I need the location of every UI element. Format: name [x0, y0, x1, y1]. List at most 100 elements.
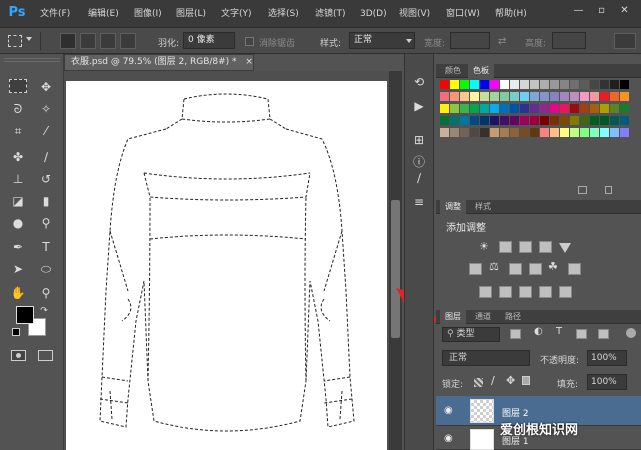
gradient-map-icon[interactable]: [559, 286, 572, 298]
path-select-tool-icon[interactable]: ➤: [8, 260, 28, 278]
swatch[interactable]: [540, 92, 549, 101]
swatch[interactable]: [540, 80, 549, 89]
antialias-checkbox[interactable]: [245, 37, 254, 46]
tab-paths[interactable]: 路径: [500, 310, 526, 324]
blend-mode-select[interactable]: 正常: [442, 350, 530, 366]
swatch[interactable]: [500, 128, 509, 137]
color-balance-icon[interactable]: ⚖: [489, 260, 499, 273]
color-lookup-icon[interactable]: [568, 263, 581, 275]
swatch[interactable]: [480, 92, 489, 101]
rect-marquee-tool-icon[interactable]: [9, 79, 27, 93]
photo-filter-icon[interactable]: [529, 263, 542, 275]
menu-view[interactable]: 视图(V): [399, 6, 430, 22]
swatch[interactable]: [530, 92, 539, 101]
swatch[interactable]: [540, 104, 549, 113]
swatch[interactable]: [440, 92, 449, 101]
quick-mask-icon[interactable]: [11, 350, 26, 361]
workspace-icon[interactable]: [614, 33, 636, 49]
curves-icon[interactable]: [519, 241, 532, 253]
swatches-grid[interactable]: [440, 80, 629, 152]
swatch[interactable]: [580, 80, 589, 89]
eyedropper-tool-icon[interactable]: ⁄: [36, 122, 56, 140]
swatch[interactable]: [470, 116, 479, 125]
new-selection-icon[interactable]: [60, 33, 76, 49]
swatch[interactable]: [450, 116, 459, 125]
channel-mixer-icon[interactable]: ☘: [548, 260, 558, 273]
document-tab[interactable]: 衣服.psd @ 79.5% (图层 2, RGB/8#) * ×: [64, 54, 254, 71]
delete-swatch-icon[interactable]: [605, 186, 612, 194]
swatch[interactable]: [610, 80, 619, 89]
document-tab-close-icon[interactable]: ×: [245, 57, 253, 67]
swatch[interactable]: [450, 92, 459, 101]
swatch[interactable]: [520, 80, 529, 89]
properties-icon[interactable]: ⊞: [409, 130, 429, 150]
zoom-tool-icon[interactable]: ⚲: [36, 284, 56, 302]
close-icon[interactable]: ✕: [617, 3, 632, 18]
magic-wand-tool-icon[interactable]: ✧: [36, 100, 56, 118]
brush-presets-icon[interactable]: ≡: [409, 192, 429, 212]
black-white-icon[interactable]: [509, 263, 522, 275]
menu-edit[interactable]: 编辑(E): [88, 6, 119, 22]
swatch[interactable]: [490, 92, 499, 101]
swatch[interactable]: [500, 92, 509, 101]
swatch[interactable]: [560, 116, 569, 125]
hand-tool-icon[interactable]: ✋: [8, 284, 28, 302]
swatch[interactable]: [490, 104, 499, 113]
invert-icon[interactable]: [479, 286, 492, 298]
filter-smart-icon[interactable]: [598, 329, 609, 339]
feather-input[interactable]: 0 像素: [183, 32, 235, 49]
swatch[interactable]: [510, 104, 519, 113]
swatch[interactable]: [500, 116, 509, 125]
swatch[interactable]: [600, 116, 609, 125]
swatch[interactable]: [620, 128, 629, 137]
threshold-icon[interactable]: [519, 286, 532, 298]
swatch[interactable]: [550, 116, 559, 125]
filter-toggle-icon[interactable]: [626, 328, 636, 338]
swatch[interactable]: [550, 104, 559, 113]
actions-icon[interactable]: ▶: [409, 96, 429, 116]
default-colors-icon[interactable]: [12, 328, 20, 336]
swatch[interactable]: [620, 104, 629, 113]
swatch[interactable]: [560, 104, 569, 113]
width-input[interactable]: [450, 32, 490, 49]
swatch[interactable]: [460, 80, 469, 89]
lock-transparency-icon[interactable]: [474, 378, 483, 387]
swatch[interactable]: [440, 128, 449, 137]
swatch[interactable]: [530, 116, 539, 125]
swatch[interactable]: [510, 80, 519, 89]
swatch[interactable]: [560, 92, 569, 101]
swap-colors-icon[interactable]: ↷: [38, 302, 50, 320]
layer-filter-select[interactable]: ⚲ 类型: [442, 327, 500, 342]
swatch[interactable]: [550, 128, 559, 137]
swatch[interactable]: [490, 116, 499, 125]
swatch[interactable]: [610, 128, 619, 137]
swatch[interactable]: [520, 128, 529, 137]
swatch[interactable]: [440, 80, 449, 89]
history-icon[interactable]: ⟲: [409, 72, 429, 92]
new-swatch-icon[interactable]: [578, 186, 587, 194]
swatch[interactable]: [470, 92, 479, 101]
swatch[interactable]: [570, 92, 579, 101]
swatch[interactable]: [520, 92, 529, 101]
canvas[interactable]: [66, 81, 387, 450]
blur-tool-icon[interactable]: ●: [8, 214, 28, 232]
height-input[interactable]: [552, 32, 586, 49]
swatch[interactable]: [450, 128, 459, 137]
swatch[interactable]: [580, 92, 589, 101]
foreground-color-swatch[interactable]: [16, 306, 34, 324]
selective-color-icon[interactable]: [539, 286, 552, 298]
add-selection-icon[interactable]: [80, 33, 96, 49]
swatch[interactable]: [450, 104, 459, 113]
eye-icon[interactable]: ◉: [444, 405, 453, 416]
swatch[interactable]: [510, 116, 519, 125]
screen-mode-icon[interactable]: [38, 350, 53, 361]
levels-icon[interactable]: [499, 241, 512, 253]
swatch[interactable]: [520, 116, 529, 125]
gradient-tool-icon[interactable]: ▮: [36, 192, 56, 210]
swatch[interactable]: [460, 128, 469, 137]
swatch[interactable]: [580, 128, 589, 137]
menu-filter[interactable]: 滤镜(T): [315, 6, 346, 22]
stamp-tool-icon[interactable]: ⊥: [8, 170, 28, 188]
swatch[interactable]: [470, 104, 479, 113]
swatch[interactable]: [590, 104, 599, 113]
